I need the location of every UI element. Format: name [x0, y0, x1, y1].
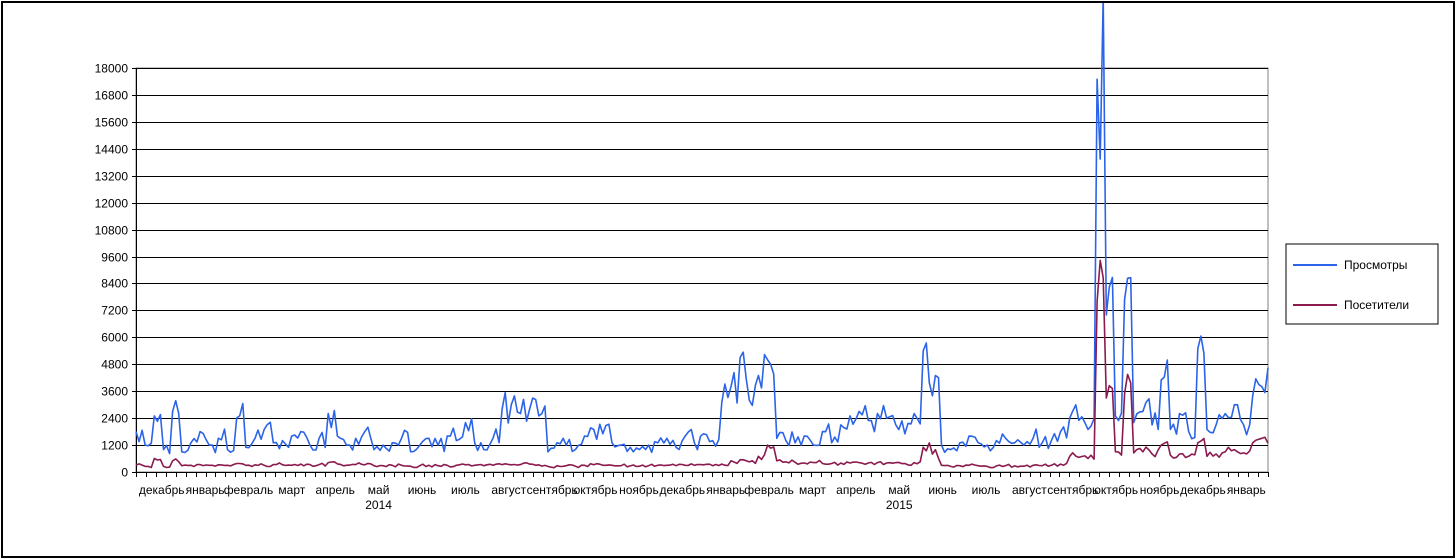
- x-month-label: ноябрь: [1140, 483, 1180, 497]
- y-tick-label: 2400: [101, 412, 128, 426]
- x-month-label: январь: [1227, 483, 1266, 497]
- x-month-label: сентябрь: [1047, 483, 1098, 497]
- x-month-label: ноябрь: [619, 483, 659, 497]
- x-month-label: июнь: [408, 483, 437, 497]
- legend: Просмотры Посетители: [1285, 243, 1439, 325]
- x-month-label: февраль: [224, 483, 274, 497]
- x-month-label: октябрь: [1094, 483, 1138, 497]
- y-tick-label: 0: [121, 466, 128, 480]
- x-year-label: 2014: [365, 498, 392, 512]
- y-tick-label: 9600: [101, 251, 128, 265]
- x-month-label: июль: [972, 483, 1001, 497]
- legend-label-visitors: Посетители: [1344, 298, 1409, 312]
- y-tick-label: 6000: [101, 331, 128, 345]
- y-tick-label: 3600: [101, 385, 128, 399]
- x-month-label: август: [1012, 483, 1047, 497]
- legend-box: [1285, 243, 1439, 325]
- gridlines: [135, 67, 1269, 473]
- x-axis: декабрь январь февраль март апрель май июнь июл…: [136, 472, 1269, 512]
- y-tick-label: 12000: [95, 197, 129, 211]
- x-month-label: май: [888, 483, 910, 497]
- x-month-label: июнь: [928, 483, 957, 497]
- legend-label-views: Просмотры: [1344, 258, 1407, 272]
- plot-area: [135, 67, 1269, 473]
- x-month-label: январь: [186, 483, 225, 497]
- x-month-label: август: [491, 483, 526, 497]
- y-axis-ticks: 0 1200 2400 3600 4800 6000 7200 8400 9600 10800 12…: [95, 62, 137, 480]
- x-month-label: декабрь: [659, 483, 705, 497]
- y-tick-label: 7200: [101, 304, 128, 318]
- y-tick-label: 10800: [95, 224, 129, 238]
- y-tick-label: 14400: [95, 143, 129, 157]
- y-tick-label: 18000: [95, 62, 129, 76]
- x-month-label: декабрь: [139, 483, 185, 497]
- y-tick-label: 15600: [95, 116, 129, 130]
- y-tick-label: 4800: [101, 358, 128, 372]
- x-month-label: апрель: [836, 483, 875, 497]
- x-month-label: февраль: [744, 483, 794, 497]
- x-month-label: апрель: [316, 483, 355, 497]
- x-month-label: октябрь: [574, 483, 618, 497]
- x-month-label: декабрь: [1180, 483, 1226, 497]
- y-tick-label: 1200: [101, 439, 128, 453]
- series-lines: [135, 3, 1269, 469]
- y-tick-label: 16800: [95, 89, 129, 103]
- x-month-label: сентябрь: [527, 483, 578, 497]
- x-month-label: январь: [706, 483, 745, 497]
- x-month-label: июль: [451, 483, 480, 497]
- x-month-label: март: [799, 483, 826, 497]
- x-year-label: 2015: [886, 498, 913, 512]
- y-tick-label: 13200: [95, 170, 129, 184]
- x-month-label: март: [278, 483, 305, 497]
- chart-frame: 0 1200 2400 3600 4800 6000 7200 8400 9600 10800 12…: [1, 1, 1455, 558]
- x-month-label: май: [368, 483, 390, 497]
- line-chart: 0 1200 2400 3600 4800 6000 7200 8400 9600 10800 12…: [95, 3, 1439, 512]
- series-line-views: [135, 3, 1269, 455]
- y-tick-label: 8400: [101, 277, 128, 291]
